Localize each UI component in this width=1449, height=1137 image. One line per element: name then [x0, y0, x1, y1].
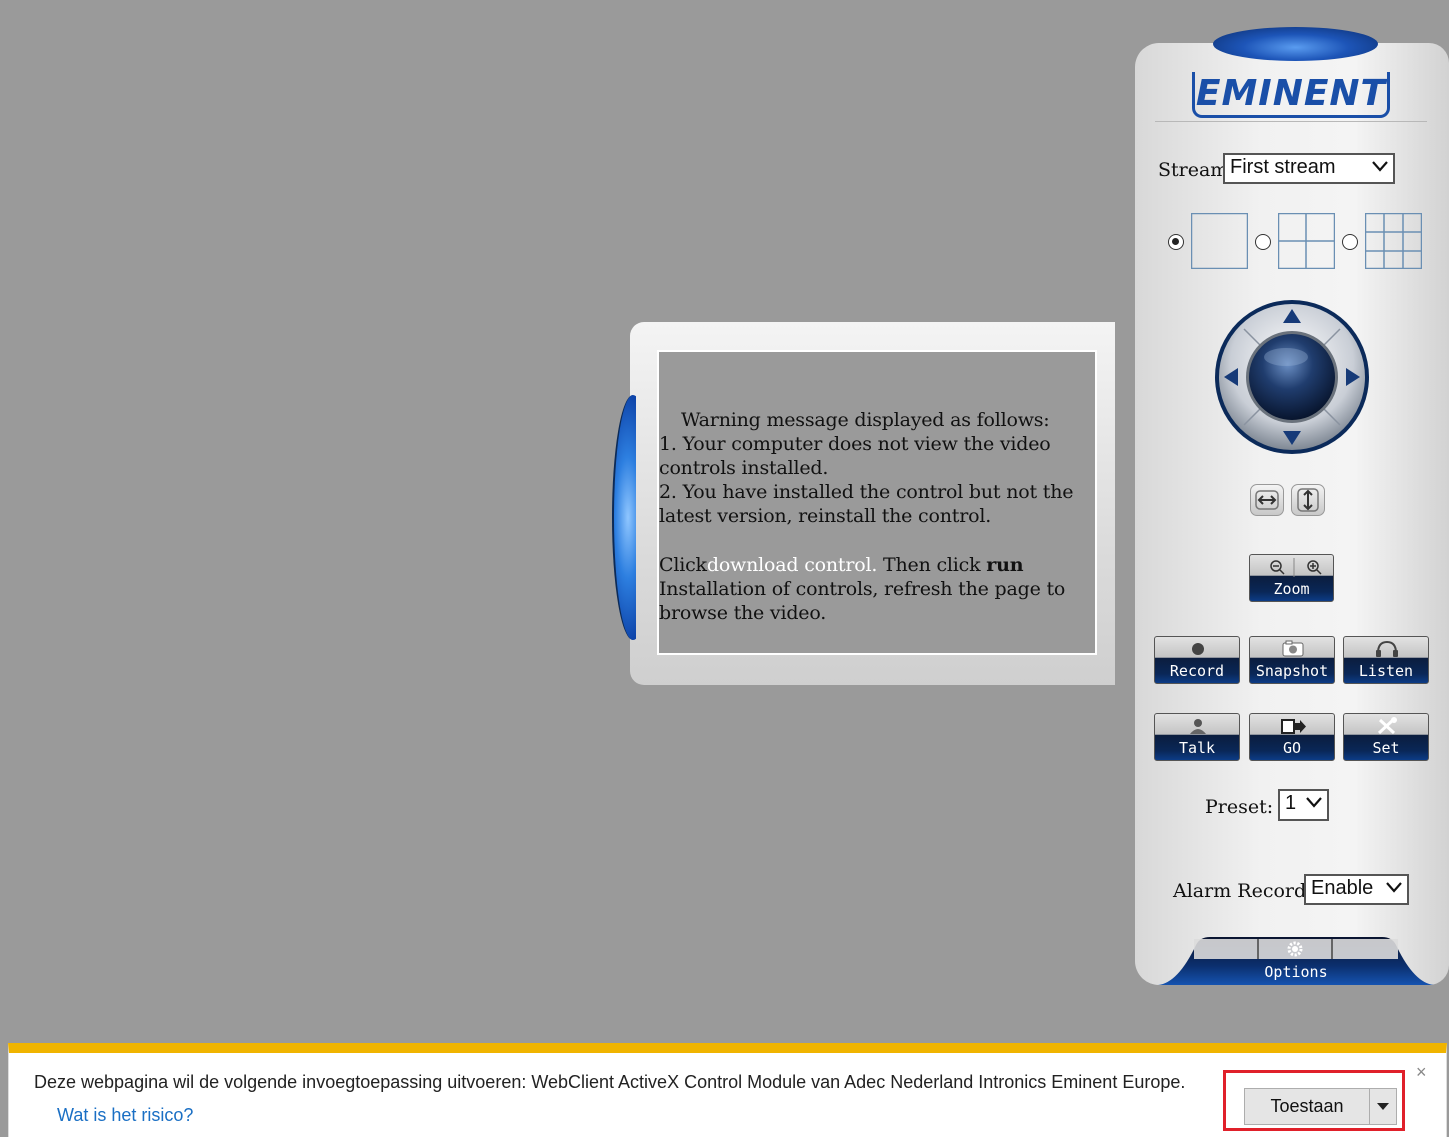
top-oval-decoration: [1213, 27, 1378, 61]
preset-label: Preset:: [1205, 796, 1274, 818]
options-label: Options: [1264, 963, 1328, 981]
preset-select-value: 1: [1285, 792, 1297, 814]
warning-instruction: Clickdownload control. Then click run In…: [659, 553, 1095, 625]
set-button[interactable]: Set: [1343, 713, 1429, 761]
vertical-flip-button[interactable]: [1291, 484, 1325, 516]
gear-icon: [1287, 941, 1303, 957]
chevron-down-icon: [1372, 161, 1388, 172]
brand-logo: EMINENT: [1192, 72, 1390, 118]
run-word: run: [986, 554, 1024, 576]
listen-label: Listen: [1358, 662, 1414, 680]
warning-line-2: 2. You have installed the control but no…: [659, 481, 1074, 527]
plugin-warning-box: Warning message displayed as follows: 1.…: [657, 350, 1097, 655]
ptz-joystick[interactable]: [1214, 299, 1370, 455]
alarm-record-label: Alarm Record:: [1173, 880, 1313, 902]
single-view-icon[interactable]: [1191, 213, 1248, 269]
set-label: Set: [1372, 739, 1400, 757]
record-label: Record: [1169, 662, 1225, 680]
notification-message: Deze webpagina wil de volgende invoegtoe…: [34, 1072, 1186, 1092]
preset-select[interactable]: 1: [1278, 789, 1329, 821]
record-icon: [1192, 643, 1204, 655]
then-click-text: Then click: [877, 554, 987, 576]
horizontal-arrows-icon: [1255, 490, 1279, 510]
tools-icon: [1377, 717, 1397, 735]
chevron-down-icon: [1386, 882, 1402, 893]
snapshot-button[interactable]: Snapshot: [1249, 636, 1335, 684]
horizontal-flip-button[interactable]: [1250, 484, 1284, 516]
download-control-link[interactable]: download control.: [707, 554, 878, 576]
go-button[interactable]: GO: [1249, 713, 1335, 761]
go-label: GO: [1282, 739, 1302, 757]
close-icon[interactable]: ×: [1416, 1062, 1427, 1083]
layout-1x1-radio[interactable]: [1168, 234, 1184, 250]
logo-divider: [1155, 121, 1427, 122]
allow-options-dropdown[interactable]: [1369, 1088, 1397, 1125]
chevron-down-icon: [1306, 797, 1322, 808]
warning-heading: Warning message displayed as follows:: [681, 409, 1050, 431]
camera-icon: [1282, 640, 1304, 657]
zoom-label: Zoom: [1273, 580, 1310, 598]
stream-select-value: First stream: [1230, 156, 1336, 178]
zoom-button[interactable]: Zoom: [1249, 554, 1334, 602]
instruction-suffix: Installation of controls, refresh the pa…: [659, 578, 1066, 624]
snapshot-label: Snapshot: [1255, 662, 1329, 680]
options-button[interactable]: Options: [1158, 935, 1434, 985]
talk-label: Talk: [1178, 739, 1216, 757]
alarm-record-select[interactable]: Enable: [1304, 874, 1409, 905]
quad-view-icon[interactable]: [1278, 213, 1335, 269]
layout-2x2-radio[interactable]: [1255, 234, 1271, 250]
record-button[interactable]: Record: [1154, 636, 1240, 684]
risk-info-link[interactable]: Wat is het risico?: [57, 1105, 193, 1126]
headphones-icon: [1376, 640, 1398, 657]
talk-icon: [1190, 719, 1206, 734]
allow-button[interactable]: Toestaan: [1244, 1088, 1370, 1125]
click-prefix: Click: [659, 554, 707, 576]
talk-button[interactable]: Talk: [1154, 713, 1240, 761]
exit-arrow-icon: [1281, 719, 1306, 734]
layout-3x3-radio[interactable]: [1342, 234, 1358, 250]
caret-down-icon: [1377, 1103, 1389, 1110]
stream-select[interactable]: First stream: [1223, 153, 1395, 184]
listen-button[interactable]: Listen: [1343, 636, 1429, 684]
zoom-icons: [1270, 558, 1322, 577]
nine-view-icon[interactable]: [1365, 213, 1422, 269]
warning-line-1: 1. Your computer does not view the video…: [659, 433, 1051, 479]
alarm-record-value: Enable: [1311, 877, 1374, 899]
vertical-arrows-icon: [1297, 488, 1319, 512]
